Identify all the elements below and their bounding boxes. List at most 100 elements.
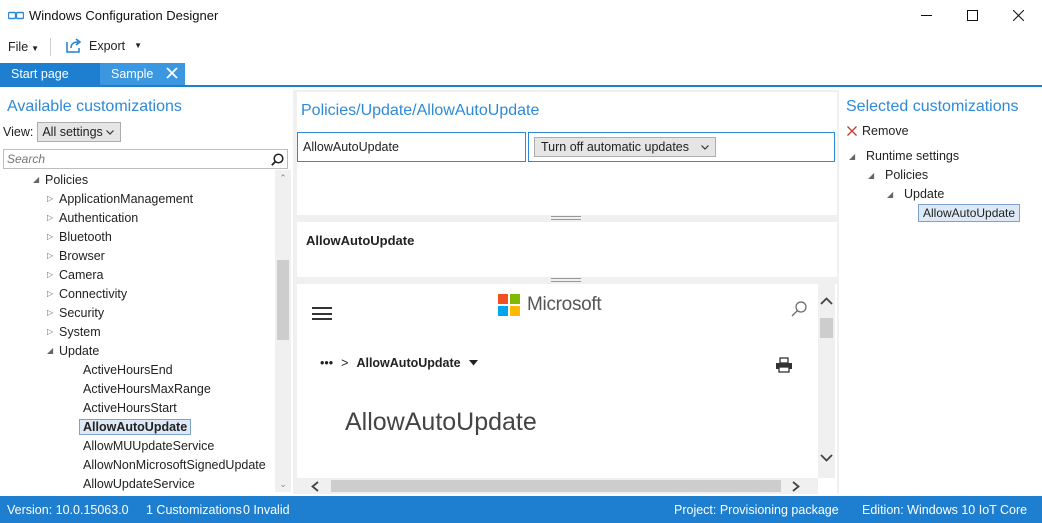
tab-sample[interactable]: Sample xyxy=(100,63,185,85)
tree-item-bluetooth[interactable]: ▷ Bluetooth xyxy=(47,227,112,246)
tree-item-allowupdateservice[interactable]: AllowUpdateService xyxy=(83,474,195,492)
export-menu-label: Export xyxy=(89,38,126,53)
scroll-left-icon[interactable] xyxy=(311,481,319,495)
selected-tree-runtime-settings[interactable]: ◢ Runtime settings xyxy=(849,149,959,163)
tree-item-connectivity[interactable]: ▷ Connectivity xyxy=(47,284,127,303)
tree-item-security[interactable]: ▷ Security xyxy=(47,303,104,322)
collapsed-arrow-icon: ▷ xyxy=(47,232,54,241)
caret-down-icon[interactable] xyxy=(468,360,478,366)
tree-scrollbar[interactable]: ⌃ ⌄ xyxy=(275,170,291,492)
tab-label: Sample xyxy=(111,67,154,81)
setting-path-heading: Policies/Update/AllowAutoUpdate xyxy=(301,102,540,119)
menu-bar: File ▼ Export ▼ xyxy=(0,31,1042,62)
scrollbar-thumb[interactable] xyxy=(820,318,833,338)
tree-item-applicationmanagement[interactable]: ▷ ApplicationManagement xyxy=(47,189,193,208)
tree-item-label: AllowAutoUpdate xyxy=(918,204,1021,222)
documentation-content: Microsoft ••• > AllowAutoUpdate AllowAut… xyxy=(297,284,818,478)
tree-item-system[interactable]: ▷ System xyxy=(47,322,101,341)
search-input[interactable] xyxy=(7,152,247,166)
status-bar: Version: 10.0.15063.0 1 Customizations 0… xyxy=(0,496,1042,523)
tree-item-label: ActiveHoursMaxRange xyxy=(83,381,211,396)
chevron-down-icon xyxy=(701,144,709,150)
tab-start-page[interactable]: Start page xyxy=(0,63,100,85)
view-label: View: xyxy=(3,125,34,139)
scrollbar-thumb[interactable] xyxy=(277,260,289,340)
close-tab-icon[interactable] xyxy=(166,67,178,79)
tree-item-label: AllowNonMicrosoftSignedUpdate xyxy=(83,457,266,472)
doc-vertical-scrollbar[interactable] xyxy=(818,284,835,478)
breadcrumb-more[interactable]: ••• xyxy=(320,356,333,370)
hamburger-menu-icon[interactable] xyxy=(312,307,332,320)
status-edition: Edition: Windows 10 IoT Core xyxy=(862,503,1028,517)
tree-item-activehoursstart[interactable]: ActiveHoursStart xyxy=(83,398,177,417)
pane-splitter[interactable] xyxy=(551,278,581,282)
scroll-right-icon[interactable] xyxy=(792,481,800,495)
chevron-down-icon: ▼ xyxy=(31,44,40,53)
window-title: Windows Configuration Designer xyxy=(29,8,219,23)
collapsed-arrow-icon: ▷ xyxy=(47,194,54,203)
menu-separator xyxy=(50,38,51,56)
scrollbar-thumb[interactable] xyxy=(331,480,781,492)
collapsed-arrow-icon: ▷ xyxy=(47,327,54,336)
available-customizations-panel: Available customizations View: All setti… xyxy=(0,90,292,494)
file-menu-label: File xyxy=(8,40,29,54)
expanded-arrow-icon: ◢ xyxy=(33,175,40,184)
print-icon[interactable] xyxy=(775,357,793,373)
status-invalid: 0 Invalid xyxy=(243,503,290,517)
search-icon[interactable] xyxy=(791,301,807,317)
tree-item-label: Update xyxy=(904,187,945,201)
app-icon xyxy=(8,11,24,20)
tree-item-allowmuupdateservice[interactable]: AllowMUUpdateService xyxy=(83,436,214,455)
expanded-arrow-icon: ◢ xyxy=(887,189,894,199)
tree-item-label: AllowMUUpdateService xyxy=(83,438,215,453)
close-button[interactable] xyxy=(995,0,1041,31)
selected-tree-allowautoupdate[interactable]: AllowAutoUpdate xyxy=(918,204,1021,222)
export-menu[interactable]: Export ▼ xyxy=(66,38,142,53)
setting-value-dropdown[interactable]: Turn off automatic updates xyxy=(534,137,717,157)
microsoft-logo: Microsoft xyxy=(498,294,602,316)
minimize-button[interactable] xyxy=(903,0,949,31)
view-dropdown[interactable]: All settings xyxy=(37,122,122,142)
pane-splitter[interactable] xyxy=(551,216,581,220)
remove-button[interactable]: Remove xyxy=(847,124,909,138)
search-icon[interactable] xyxy=(271,152,284,166)
doc-title: AllowAutoUpdate xyxy=(345,408,537,436)
tree-item-activehoursmaxrange[interactable]: ActiveHoursMaxRange xyxy=(83,379,211,398)
tab-strip: Start page Sample xyxy=(0,63,1042,87)
maximize-button[interactable] xyxy=(949,0,995,31)
scroll-down-icon[interactable] xyxy=(820,451,833,465)
search-box xyxy=(3,149,288,169)
tree-item-activehoursend[interactable]: ActiveHoursEnd xyxy=(83,360,173,379)
breadcrumb-current[interactable]: AllowAutoUpdate xyxy=(356,356,460,370)
setting-value-cell: Turn off automatic updates xyxy=(528,132,835,162)
doc-horizontal-scrollbar[interactable] xyxy=(297,478,818,494)
tree-item-browser[interactable]: ▷ Browser xyxy=(47,246,105,265)
export-icon xyxy=(66,38,82,53)
remove-label: Remove xyxy=(862,124,909,138)
tree-item-policies[interactable]: ◢ Policies xyxy=(33,170,88,189)
tree-item-camera[interactable]: ▷ Camera xyxy=(47,265,103,284)
tree-item-label: Camera xyxy=(59,267,104,282)
maximize-icon xyxy=(966,10,978,21)
tree-item-allowautoupdate[interactable]: AllowAutoUpdate xyxy=(79,417,192,436)
doc-breadcrumb: ••• > AllowAutoUpdate xyxy=(320,356,478,370)
tree-item-authentication[interactable]: ▷ Authentication xyxy=(47,208,138,227)
collapsed-arrow-icon: ▷ xyxy=(47,270,54,279)
collapsed-arrow-icon: ▷ xyxy=(47,251,54,260)
tree-item-label: Policies xyxy=(45,172,89,187)
scroll-down-icon[interactable]: ⌄ xyxy=(275,476,291,492)
tree-item-allownonmicrosoftsignedupdate[interactable]: AllowNonMicrosoftSignedUpdate xyxy=(83,455,266,474)
title-bar: Windows Configuration Designer xyxy=(0,0,1042,31)
chevron-down-icon: ▼ xyxy=(134,41,143,50)
tree-item-label: Connectivity xyxy=(59,286,128,301)
tree-item-update[interactable]: ◢ Update xyxy=(47,341,99,360)
remove-icon xyxy=(847,126,857,136)
scroll-up-icon[interactable] xyxy=(820,294,833,308)
selected-tree-policies[interactable]: ◢ Policies xyxy=(868,168,928,182)
brand-name: Microsoft xyxy=(527,294,602,315)
view-dropdown-value: All settings xyxy=(42,125,103,139)
file-menu[interactable]: File ▼ xyxy=(8,40,39,54)
status-project: Project: Provisioning package xyxy=(674,503,839,517)
scroll-up-icon[interactable]: ⌃ xyxy=(275,170,291,186)
selected-tree-update[interactable]: ◢ Update xyxy=(887,187,944,201)
